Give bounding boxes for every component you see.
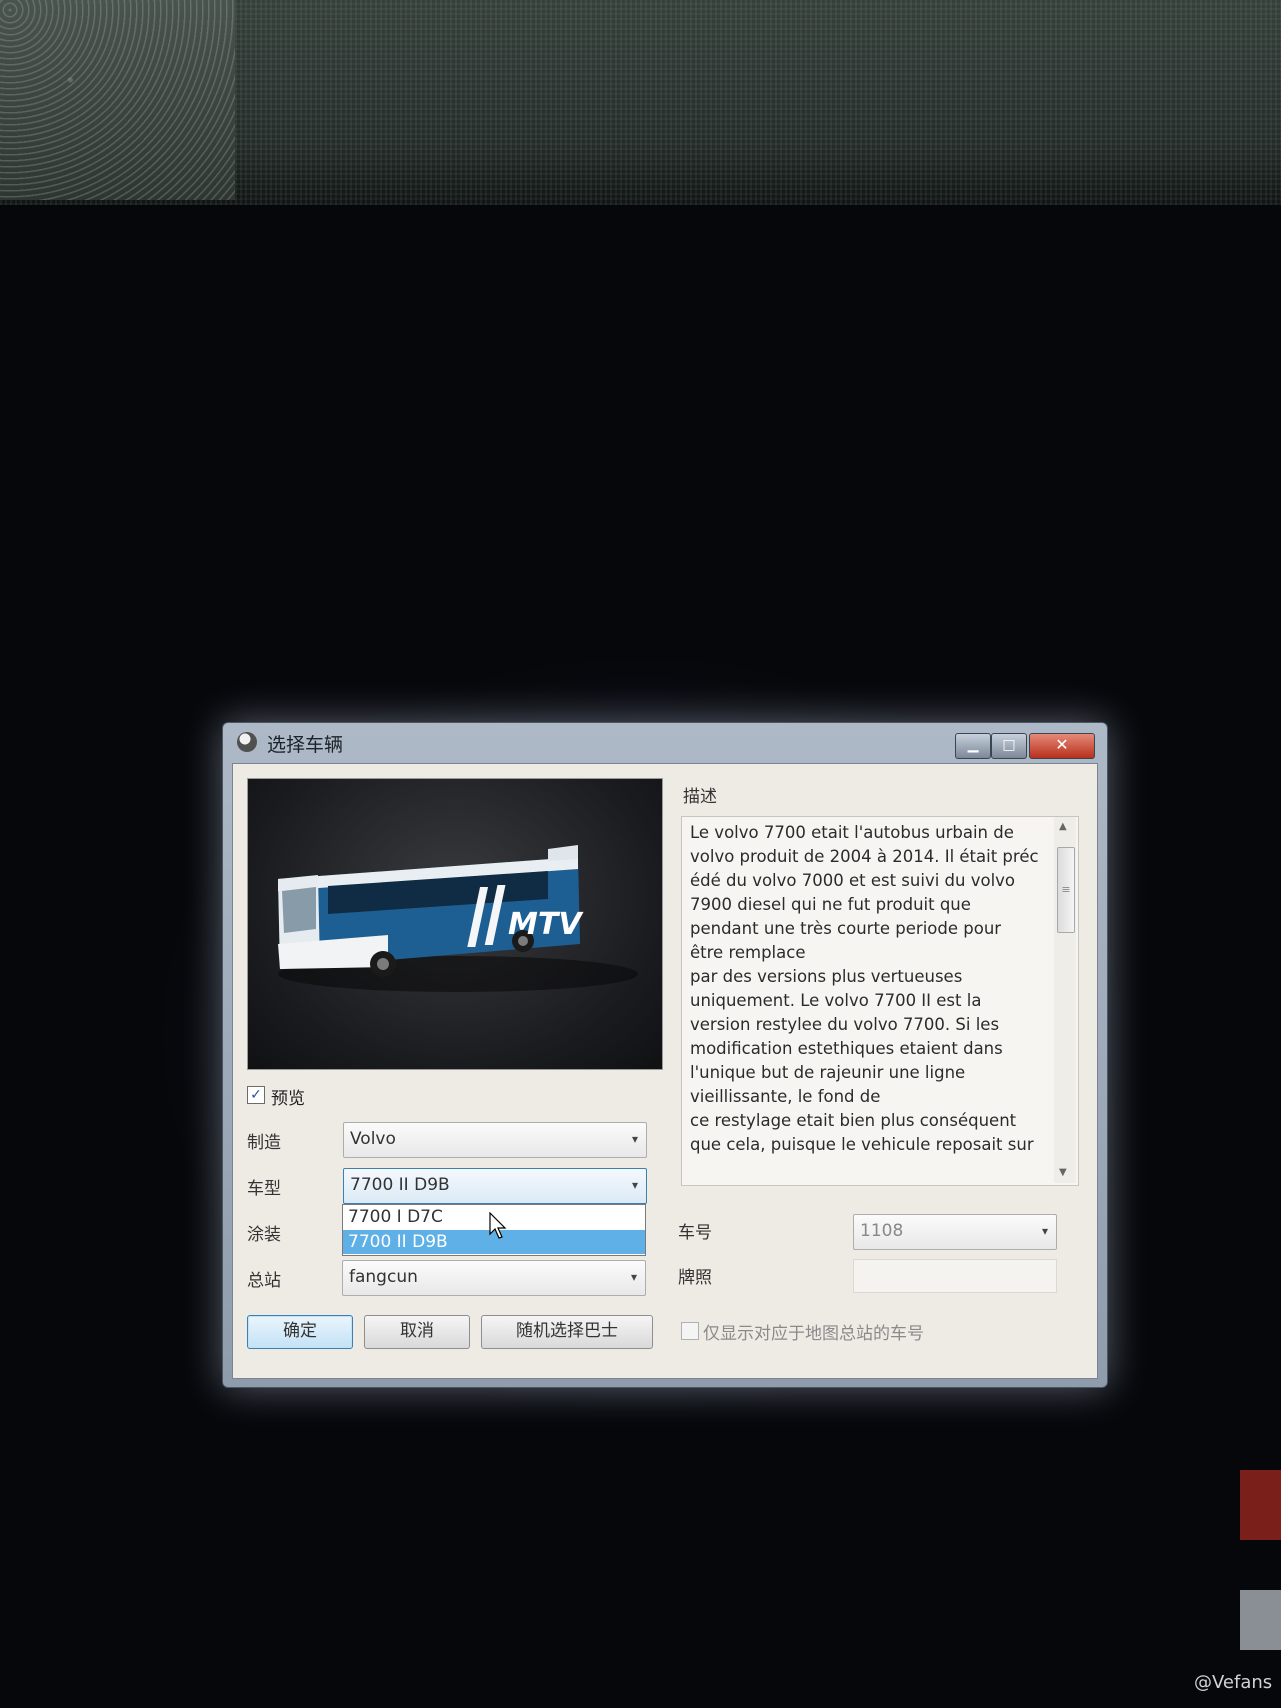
plate-input[interactable]: [853, 1259, 1057, 1293]
plate-label: 牌照: [678, 1268, 712, 1288]
description-text: Le volvo 7700 etait l'autobus urbain de …: [690, 823, 1039, 1154]
desktop-icon-partial-2[interactable]: [1240, 1590, 1281, 1650]
cancel-button[interactable]: 取消: [364, 1315, 470, 1349]
terminal-value: fangcun: [349, 1267, 418, 1287]
terminal-combobox[interactable]: fangcun ▾: [342, 1260, 646, 1296]
close-button[interactable]: ✕: [1029, 733, 1095, 759]
watermark: @Vefans: [1194, 1672, 1273, 1693]
preview-checkbox-label[interactable]: 预览: [271, 1084, 305, 1109]
app-icon: [237, 732, 257, 752]
model-value: 7700 II D9B: [350, 1175, 450, 1195]
scroll-down-icon[interactable]: ▼: [1059, 1167, 1067, 1178]
scroll-up-icon[interactable]: ▲: [1059, 821, 1067, 832]
terminal-label: 总站: [247, 1271, 281, 1291]
minimize-button[interactable]: ▁: [955, 733, 991, 759]
window-title: 选择车辆: [267, 734, 344, 756]
vehicle-number-value: 1108: [860, 1221, 904, 1241]
chevron-down-icon: ▾: [631, 1132, 638, 1146]
ok-button[interactable]: 确定: [247, 1315, 353, 1349]
bus-livery-text: MTV: [508, 907, 584, 942]
vehicle-number-label: 车号: [678, 1223, 712, 1243]
manufacturer-label: 制造: [247, 1133, 281, 1153]
description-textbox[interactable]: Le volvo 7700 etait l'autobus urbain de …: [681, 816, 1079, 1186]
select-vehicle-dialog: 选择车辆 ▁ □ ✕ MTV 描述 Le volvo 7700 etait l'…: [222, 722, 1108, 1388]
description-scrollbar[interactable]: ▲ ≡ ▼: [1054, 817, 1076, 1183]
chevron-down-icon: ▾: [1041, 1224, 1048, 1238]
manufacturer-value: Volvo: [350, 1129, 396, 1149]
livery-label: 涂装: [247, 1225, 281, 1245]
vehicle-number-combobox[interactable]: 1108 ▾: [853, 1214, 1057, 1250]
chevron-down-icon: ▾: [631, 1178, 638, 1192]
preview-checkbox[interactable]: ✓: [247, 1086, 265, 1104]
manufacturer-combobox[interactable]: Volvo ▾: [343, 1122, 647, 1158]
scroll-thumb[interactable]: ≡: [1057, 847, 1075, 933]
model-label: 车型: [247, 1179, 281, 1199]
filter-checkbox-label[interactable]: 仅显示对应于地图总站的车号: [703, 1319, 924, 1344]
chevron-down-icon: ▾: [630, 1270, 637, 1284]
ceiling-left-panel: [0, 0, 235, 200]
bus-illustration: MTV: [278, 845, 638, 992]
random-bus-button[interactable]: 随机选择巴士: [481, 1315, 653, 1349]
desktop-icon-partial[interactable]: [1240, 1470, 1281, 1540]
maximize-button[interactable]: □: [991, 733, 1027, 759]
description-label: 描述: [683, 787, 717, 807]
mouse-cursor-icon: [489, 1212, 507, 1239]
bus-preview-image: MTV: [247, 778, 663, 1070]
dialog-client-area: MTV 描述 Le volvo 7700 etait l'autobus urb…: [232, 763, 1098, 1379]
model-combobox[interactable]: 7700 II D9B ▾: [343, 1168, 647, 1204]
titlebar[interactable]: 选择车辆 ▁ □ ✕: [223, 723, 1107, 763]
filter-checkbox[interactable]: [681, 1322, 699, 1340]
